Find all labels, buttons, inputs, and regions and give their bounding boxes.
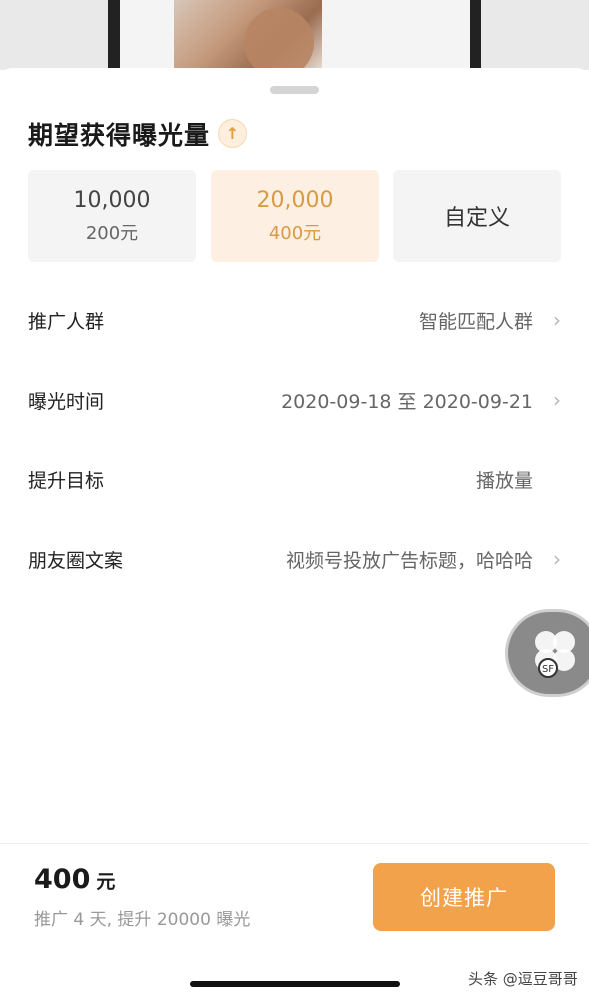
row-label: 曝光时间: [28, 390, 105, 413]
option-amount: 10,000: [73, 187, 151, 213]
option-price: 200元: [85, 222, 139, 244]
chevron-placeholder: ›: [537, 467, 561, 491]
create-promotion-button[interactable]: 创建推广: [373, 863, 555, 931]
home-indicator[interactable]: [190, 981, 400, 987]
total-price: 400 元: [34, 864, 115, 895]
row-value: 视频号投放广告标题，哈哈哈: [285, 549, 533, 572]
price-description: 推广 4 天, 提升 20000 曝光: [34, 910, 251, 930]
drag-handle[interactable]: [270, 86, 319, 94]
row-label: 推广人群: [28, 310, 105, 333]
price-unit: 元: [96, 871, 116, 893]
watermark: 头条 @逗豆哥哥: [468, 970, 578, 988]
row-exposure-time[interactable]: 曝光时间 2020-09-18 至 2020-09-21 ›: [28, 380, 561, 420]
chevron-right-icon: ›: [553, 547, 561, 571]
chevron-right-icon: ›: [553, 388, 561, 412]
option-custom-label: 自定义: [443, 206, 510, 231]
promotion-bottom-sheet: 期望获得曝光量 ↑ 10,000 200元 20,000 400元 自定义 推广…: [0, 68, 589, 1000]
row-moments-copy[interactable]: 朋友圈文案 视频号投放广告标题，哈哈哈 ›: [28, 539, 561, 579]
option-20000[interactable]: 20,000 400元: [211, 170, 379, 262]
footer-divider: [0, 843, 589, 844]
page-title: 期望获得曝光量: [28, 121, 211, 150]
row-label: 朋友圈文案: [28, 549, 124, 572]
svg-text:SF: SF: [542, 664, 554, 675]
row-goal: 提升目标 播放量 ›: [28, 459, 561, 499]
row-value: 2020-09-18 至 2020-09-21: [281, 390, 533, 413]
price-amount: 400: [34, 864, 91, 895]
option-custom[interactable]: 自定义: [393, 170, 561, 262]
exposure-options: 10,000 200元 20,000 400元 自定义: [28, 170, 561, 262]
option-price: 400元: [268, 222, 322, 244]
option-10000[interactable]: 10,000 200元: [28, 170, 196, 262]
video-thumbnail[interactable]: [174, 0, 322, 70]
video-preview-backdrop: [0, 0, 589, 70]
chevron-right-icon: ›: [553, 308, 561, 332]
floating-assistant-button[interactable]: SF: [508, 612, 589, 694]
row-value: 播放量: [475, 469, 533, 492]
up-arrow-icon[interactable]: ↑: [218, 119, 247, 148]
option-amount: 20,000: [256, 187, 334, 213]
row-value: 智能匹配人群: [418, 310, 533, 333]
row-target-audience[interactable]: 推广人群 智能匹配人群 ›: [28, 300, 561, 340]
link-cluster-icon: SF: [535, 631, 575, 678]
row-label: 提升目标: [28, 469, 105, 492]
